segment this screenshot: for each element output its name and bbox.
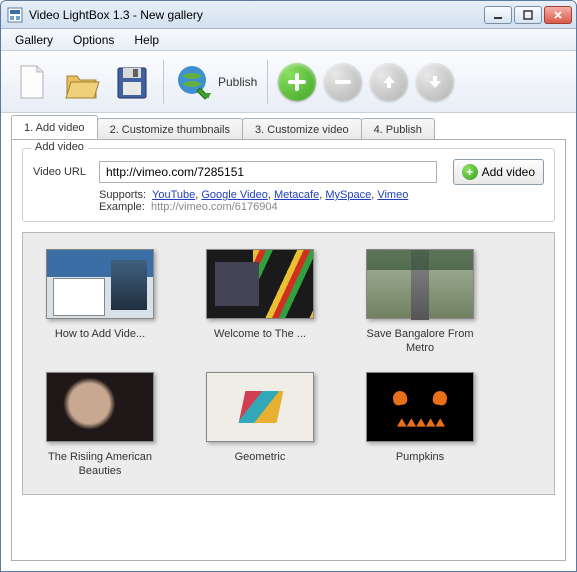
content-area: Add video Video URL + Add video Supports… [11,139,566,561]
add-video-fieldset: Add video Video URL + Add video Supports… [22,148,555,222]
add-video-button-label: Add video [482,165,535,179]
tab-add-video[interactable]: 1. Add video [11,115,98,139]
menu-bar: Gallery Options Help [1,29,576,51]
new-button[interactable] [11,58,53,106]
link-youtube[interactable]: YouTube [152,189,195,201]
thumbnail-label: Save Bangalore From Metro [360,327,480,356]
menu-help[interactable]: Help [124,31,169,49]
app-window: Video LightBox 1.3 - New gallery Gallery… [0,0,577,572]
maximize-button[interactable] [514,6,542,24]
thumbnail-label: The Risiing American Beauties [40,450,160,479]
save-button[interactable] [111,58,153,106]
move-down-button[interactable] [416,63,454,101]
thumbnail-image [46,372,154,442]
link-myspace[interactable]: MySpace [325,189,371,201]
gallery-item[interactable]: How to Add Vide... [35,249,165,356]
thumbnail-label: How to Add Vide... [55,327,145,341]
link-vimeo[interactable]: Vimeo [377,189,408,201]
thumbnail-image [46,249,154,319]
tab-strip: 1. Add video 2. Customize thumbnails 3. … [1,113,576,139]
open-button[interactable] [61,58,103,106]
title-bar[interactable]: Video LightBox 1.3 - New gallery [1,1,576,29]
move-up-button[interactable] [370,63,408,101]
toolbar-separator [267,60,268,104]
thumbnail-label: Welcome to The ... [214,327,306,341]
close-button[interactable] [544,6,572,24]
fieldset-legend: Add video [31,141,88,153]
plus-icon: + [462,164,478,180]
toolbar-separator [163,60,164,104]
tab-publish[interactable]: 4. Publish [361,118,435,140]
thumbnail-label: Geometric [235,450,286,464]
menu-gallery[interactable]: Gallery [5,31,63,49]
publish-button[interactable]: Publish [174,62,257,102]
video-gallery: How to Add Vide... Welcome to The ... Sa… [22,232,555,495]
gallery-item[interactable]: Save Bangalore From Metro [355,249,485,356]
menu-options[interactable]: Options [63,31,124,49]
window-title: Video LightBox 1.3 - New gallery [29,8,484,22]
gallery-item[interactable]: Welcome to The ... [195,249,325,356]
minimize-button[interactable] [484,6,512,24]
thumbnail-label: Pumpkins [396,450,444,464]
video-url-label: Video URL [33,166,91,178]
app-icon [7,7,23,23]
add-video-button[interactable]: + Add video [453,159,544,185]
link-metacafe[interactable]: Metacafe [274,189,319,201]
gallery-item[interactable]: Geometric [195,372,325,479]
example-line: Example: http://vimeo.com/6176904 [33,201,544,213]
thumbnail-image [366,372,474,442]
video-url-input[interactable] [99,161,437,183]
window-buttons [484,6,572,24]
add-round-button[interactable] [278,63,316,101]
thumbnail-image [366,249,474,319]
link-google-video[interactable]: Google Video [201,189,267,201]
toolbar: Publish [1,51,576,113]
gallery-item[interactable]: The Risiing American Beauties [35,372,165,479]
publish-label: Publish [218,75,257,89]
remove-round-button[interactable] [324,63,362,101]
tab-customize-video[interactable]: 3. Customize video [242,118,362,140]
thumbnail-image [206,372,314,442]
tab-customize-thumbnails[interactable]: 2. Customize thumbnails [97,118,243,140]
thumbnail-image [206,249,314,319]
supports-line: Supports: YouTube, Google Video, Metacaf… [33,189,544,201]
gallery-item[interactable]: Pumpkins [355,372,485,479]
